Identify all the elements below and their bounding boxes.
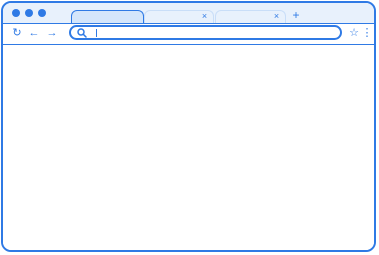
- new-tab-button[interactable]: +: [290, 9, 302, 21]
- reload-icon[interactable]: ↻: [11, 27, 23, 39]
- menu-icon[interactable]: ⋮: [361, 27, 373, 39]
- search-icon: [77, 28, 87, 38]
- window-maximize-control[interactable]: [38, 9, 46, 17]
- forward-arrow-icon[interactable]: →: [46, 27, 58, 39]
- inactive-tab-2[interactable]: ×: [215, 10, 286, 23]
- browser-toolbar: ↻ ← → ☆ ⋮: [3, 23, 374, 45]
- text-caret: [96, 29, 97, 37]
- address-bar[interactable]: [69, 25, 342, 40]
- address-input[interactable]: [93, 28, 333, 38]
- window-close-control[interactable]: [12, 9, 20, 17]
- browser-window: × × + ↻ ← → ☆ ⋮: [1, 1, 376, 252]
- bookmark-star-icon[interactable]: ☆: [348, 27, 360, 39]
- inactive-tab-1[interactable]: ×: [144, 10, 214, 23]
- active-tab[interactable]: [71, 10, 144, 23]
- window-minimize-control[interactable]: [25, 9, 33, 17]
- page-content-area: [3, 45, 374, 250]
- close-icon[interactable]: ×: [200, 12, 209, 21]
- tab-strip: × × +: [3, 3, 374, 23]
- close-icon[interactable]: ×: [272, 12, 281, 21]
- back-arrow-icon[interactable]: ←: [28, 27, 40, 39]
